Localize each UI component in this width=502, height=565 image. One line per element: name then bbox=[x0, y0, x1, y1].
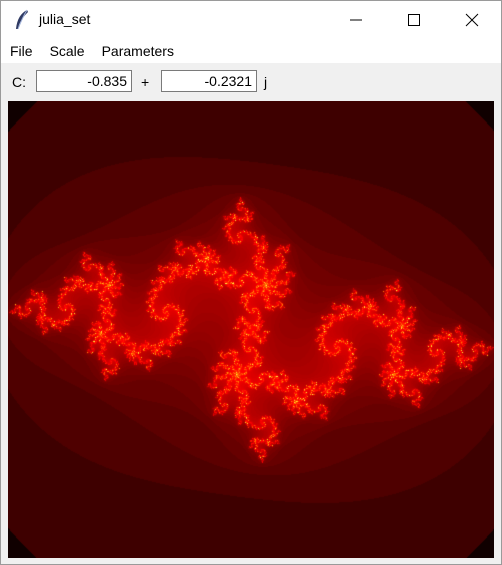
minimize-button[interactable] bbox=[327, 1, 385, 39]
maximize-button[interactable] bbox=[385, 1, 443, 39]
close-button[interactable] bbox=[443, 1, 501, 39]
menu-scale[interactable]: Scale bbox=[41, 39, 93, 63]
feather-icon bbox=[13, 9, 31, 31]
close-icon bbox=[465, 13, 479, 27]
menu-file[interactable]: File bbox=[1, 39, 41, 63]
window-title: julia_set bbox=[39, 11, 91, 27]
c-label: C: bbox=[12, 74, 26, 90]
real-input[interactable]: -0.835 bbox=[36, 70, 132, 92]
menu-parameters[interactable]: Parameters bbox=[93, 39, 182, 63]
imag-input[interactable]: -0.2321 bbox=[161, 70, 257, 92]
imag-unit-label: j bbox=[264, 74, 268, 90]
plus-label: + bbox=[141, 74, 150, 90]
parameter-row: C: -0.835 + -0.2321 j bbox=[1, 64, 501, 100]
minimize-icon bbox=[350, 19, 362, 21]
menu-bar: File Scale Parameters bbox=[1, 39, 501, 63]
maximize-icon bbox=[408, 14, 420, 26]
app-window: julia_set File Scale Parameters C: -0.83… bbox=[0, 0, 502, 565]
fractal-canvas-area[interactable] bbox=[8, 101, 494, 558]
title-bar[interactable]: julia_set bbox=[1, 1, 501, 39]
julia-fractal-canvas[interactable] bbox=[8, 101, 494, 558]
